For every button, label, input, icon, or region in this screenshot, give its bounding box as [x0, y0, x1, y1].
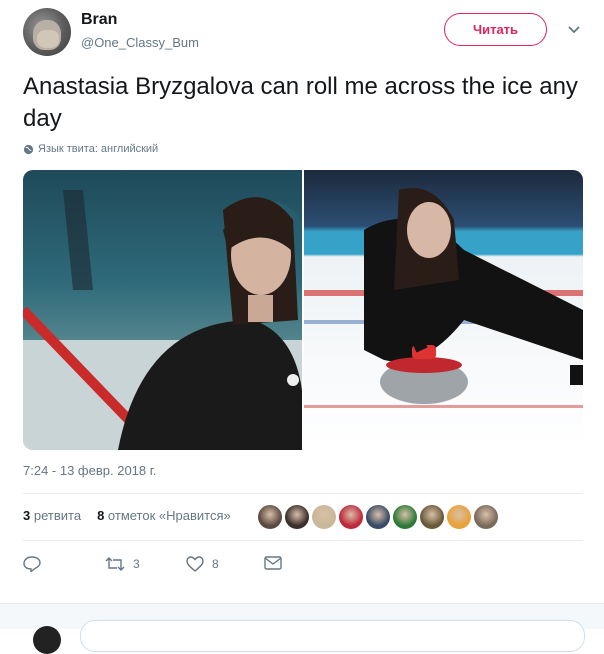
divider-bottom — [23, 540, 583, 541]
reply-input[interactable] — [80, 620, 585, 652]
language-note[interactable]: Язык твита: английский — [23, 143, 158, 155]
likes-stat[interactable]: 8 отметок «Нравится» — [97, 508, 231, 523]
retweet-icon — [105, 557, 125, 571]
liker-avatar[interactable] — [285, 505, 309, 529]
chevron-down-icon[interactable] — [567, 23, 581, 37]
reply-icon — [23, 556, 41, 572]
likes-label: отметок «Нравится» — [107, 508, 231, 523]
liker-avatar[interactable] — [474, 505, 498, 529]
retweets-count: 3 — [23, 508, 31, 523]
tweet-stats: 3 ретвита 8 отметок «Нравится» — [23, 508, 231, 523]
heart-icon — [186, 556, 204, 572]
like-action[interactable]: 8 — [186, 556, 219, 572]
retweets-stat[interactable]: 3 ретвита — [23, 508, 81, 523]
tweet-timestamp[interactable]: 7:24 - 13 февр. 2018 г. — [23, 463, 157, 478]
liker-avatar[interactable] — [420, 505, 444, 529]
photo-right[interactable] — [304, 170, 583, 450]
liker-avatar[interactable] — [447, 505, 471, 529]
photo-left[interactable] — [23, 170, 302, 450]
direct-message-action[interactable] — [264, 556, 282, 570]
tweet-text: Anastasia Bryzgalova can roll me across … — [23, 73, 578, 132]
retweet-count: 3 — [133, 557, 140, 571]
divider-top — [23, 493, 583, 494]
retweet-action[interactable]: 3 — [105, 556, 140, 572]
envelope-icon — [264, 556, 282, 570]
curling-throw-photo — [304, 188, 583, 408]
current-user-avatar — [33, 626, 61, 654]
liker-avatar[interactable] — [339, 505, 363, 529]
author-display-name[interactable]: Bran — [81, 11, 117, 29]
reply-area — [0, 603, 604, 654]
tweet-media[interactable] — [23, 170, 583, 450]
avatar-hand — [37, 30, 59, 48]
author-avatar[interactable] — [23, 8, 71, 56]
reply-action[interactable] — [23, 556, 41, 572]
like-count: 8 — [212, 557, 219, 571]
likes-count: 8 — [97, 508, 105, 523]
likers-avatars — [258, 505, 498, 529]
liker-avatar[interactable] — [312, 505, 336, 529]
liker-avatar[interactable] — [366, 505, 390, 529]
globe-icon — [23, 144, 34, 154]
tweet-actions: 3 8 — [23, 556, 323, 576]
author-handle[interactable]: @One_Classy_Bum — [81, 35, 199, 50]
athlete-portrait-photo — [23, 190, 302, 450]
retweets-label: ретвита — [33, 508, 82, 523]
liker-avatar[interactable] — [258, 505, 282, 529]
language-note-text: Язык твита: английский — [38, 143, 159, 155]
liker-avatar[interactable] — [393, 505, 417, 529]
follow-button[interactable]: Читать — [444, 13, 547, 46]
